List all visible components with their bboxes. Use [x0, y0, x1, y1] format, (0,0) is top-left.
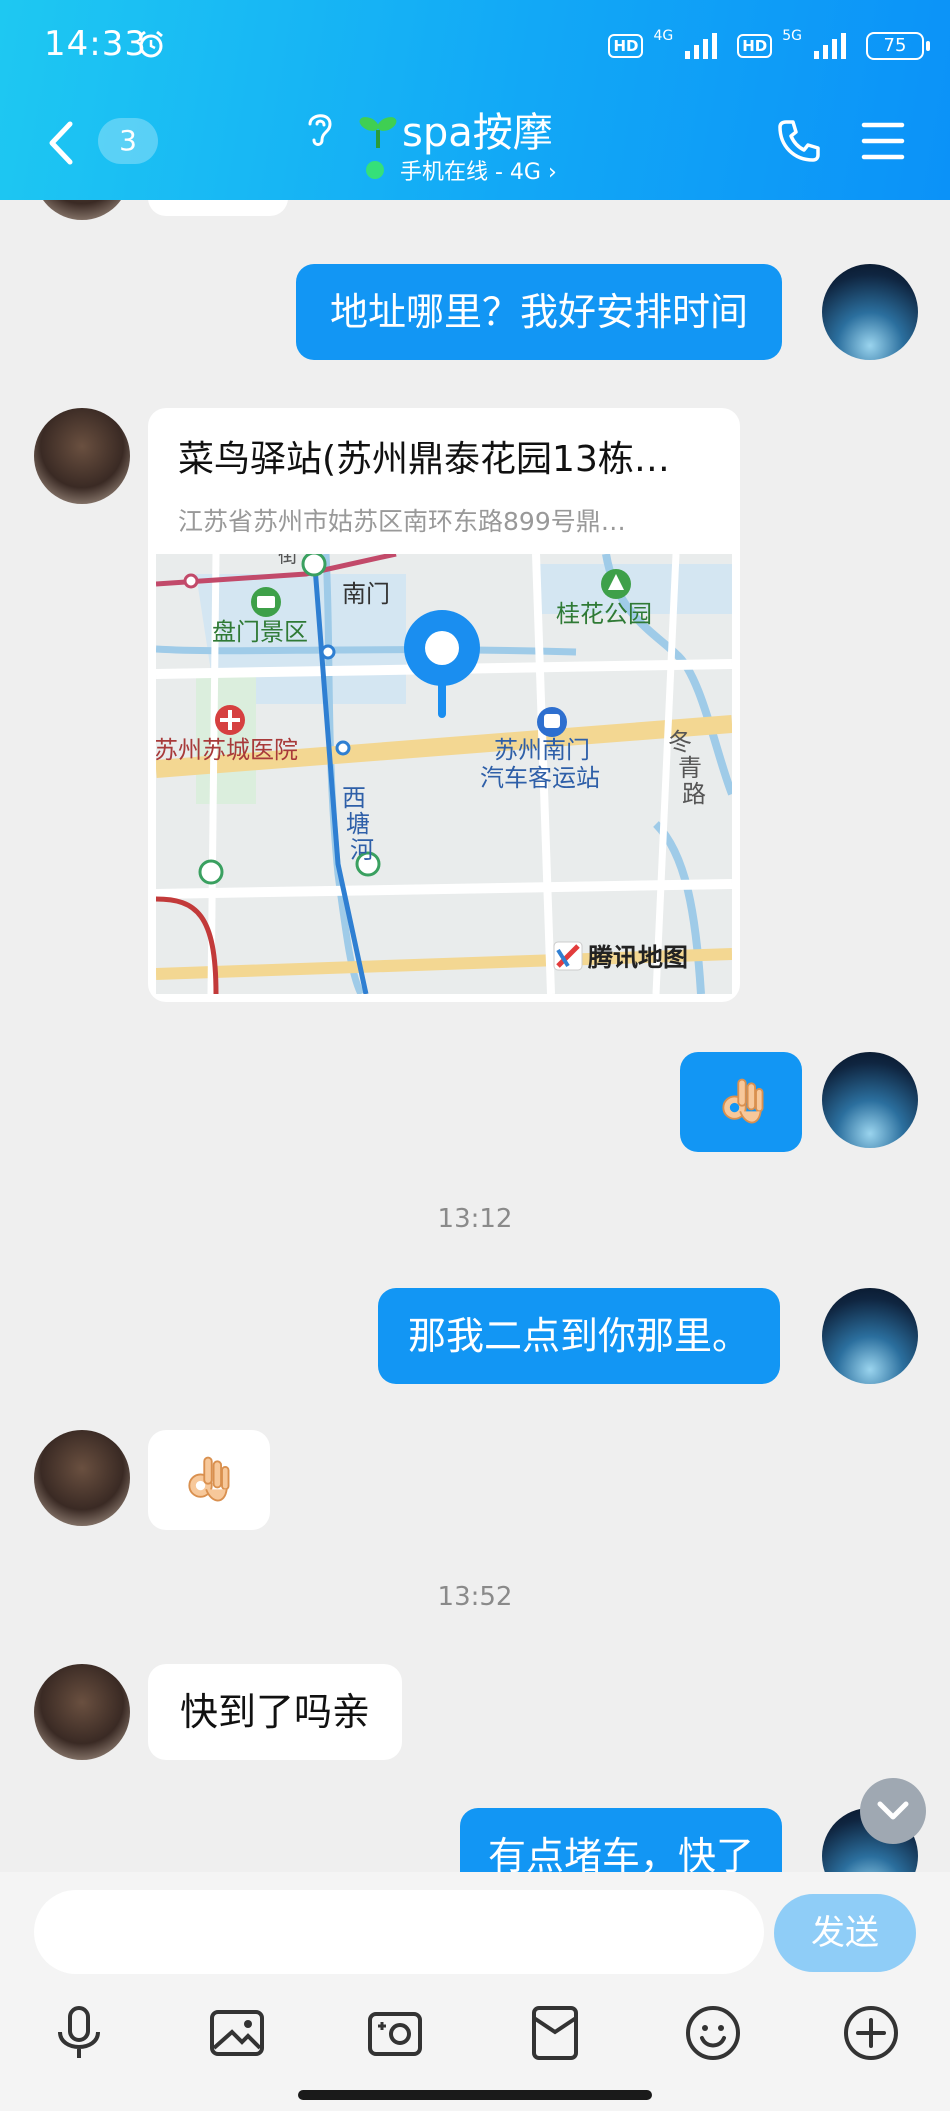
- unread-count-badge[interactable]: 3: [98, 118, 158, 164]
- timestamp: 13:52: [437, 1582, 513, 1612]
- map-label: 河: [350, 836, 374, 864]
- contact-avatar[interactable]: [34, 1430, 130, 1526]
- map-label: 塘: [346, 810, 370, 838]
- my-avatar[interactable]: [822, 1052, 918, 1148]
- contact-avatar[interactable]: [34, 1664, 130, 1760]
- map-label: 苏州苏城医院: [156, 736, 298, 764]
- network-label: 4G: [653, 28, 674, 44]
- map-label: 南门: [342, 580, 390, 608]
- signal-icon: [685, 33, 718, 59]
- chevron-down-icon: [877, 1801, 909, 1820]
- map-label: 冬: [668, 728, 692, 756]
- timestamp: 13:12: [437, 1204, 513, 1234]
- map-label: 西: [342, 784, 366, 812]
- map-label: 盘门景区: [212, 618, 308, 646]
- tencent-map-logo: 腾讯地图: [553, 941, 688, 972]
- map-label: 苏州南门: [494, 736, 590, 764]
- online-dot: [366, 161, 384, 179]
- phone-icon[interactable]: [776, 118, 822, 164]
- location-title: 菜鸟驿站(苏州鼎泰花园13栋…: [178, 439, 670, 480]
- signal-icon: [814, 33, 846, 59]
- map-label: 街: [278, 554, 298, 567]
- status-icons: HD 4G HD 5G 75: [608, 26, 930, 66]
- ok-hand-icon: [722, 1078, 764, 1124]
- my-avatar[interactable]: [822, 1288, 918, 1384]
- sprout-icon: [359, 117, 397, 148]
- input-toolbar: [0, 2004, 950, 2076]
- hd-badge: HD: [737, 34, 773, 58]
- camera-icon[interactable]: [366, 2004, 424, 2062]
- map-preview[interactable]: 南门 盘门景区 桂花公园 苏州苏城医院 苏州南门 汽车客运站 西 塘 河 冬 青…: [156, 554, 732, 994]
- contact-avatar[interactable]: [34, 200, 130, 220]
- image-icon[interactable]: [208, 2004, 266, 2062]
- voice-icon[interactable]: [50, 2004, 108, 2062]
- message-bubble-incoming[interactable]: 快到了吗亲: [148, 1664, 403, 1760]
- chat-header: 14:33 HD 4G HD 5G 75 3 spa按摩 手机在线 - 4G ›: [0, 0, 950, 200]
- online-status[interactable]: 手机在线 - 4G ›: [366, 154, 557, 186]
- red-packet-icon[interactable]: [526, 2004, 584, 2062]
- location-address: 江苏省苏州市姑苏区南环东路899号鼎…: [178, 507, 626, 536]
- back-icon[interactable]: [46, 118, 76, 168]
- ear-icon[interactable]: [302, 108, 336, 150]
- message-list[interactable]: 地址哪里？我好安排时间 菜鸟驿站(苏州鼎泰花园13栋… 江苏省苏州市姑苏区南环东…: [0, 200, 950, 1872]
- map-label: 桂花公园: [556, 600, 652, 628]
- map-label: 路: [682, 780, 706, 808]
- message-bubble-outgoing[interactable]: 那我二点到你那里。: [378, 1288, 781, 1384]
- gesture-bar-area: [0, 2076, 950, 2111]
- contact-avatar[interactable]: [34, 408, 130, 504]
- my-avatar[interactable]: [822, 264, 918, 360]
- map-brand-label: 腾讯地图: [588, 943, 688, 972]
- menu-icon[interactable]: [860, 120, 906, 162]
- emoji-bubble-outgoing[interactable]: [680, 1052, 802, 1152]
- alarm-icon: [139, 30, 163, 58]
- scroll-to-bottom-button[interactable]: [860, 1778, 926, 1844]
- online-status-text: 手机在线 - 4G ›: [400, 160, 557, 185]
- battery-indicator: 75: [866, 32, 930, 60]
- location-card[interactable]: 菜鸟驿站(苏州鼎泰花园13栋… 江苏省苏州市姑苏区南环东路899号鼎… 南门 盘…: [148, 408, 740, 1002]
- message-bubble-outgoing[interactable]: 地址哪里？我好安排时间: [296, 264, 783, 360]
- hd-badge: HD: [608, 34, 644, 58]
- map-label: 汽车客运站: [480, 764, 600, 792]
- ok-hand-icon: [188, 1456, 230, 1502]
- network-label: 5G: [782, 28, 802, 44]
- message-bubble-incoming[interactable]: [148, 200, 288, 216]
- input-bar: 发送: [0, 1872, 950, 2004]
- emoji-bubble-incoming[interactable]: [148, 1430, 270, 1530]
- plus-icon[interactable]: [842, 2004, 900, 2062]
- contact-name[interactable]: spa按摩: [402, 100, 553, 158]
- status-time: 14:33: [44, 24, 147, 64]
- send-button[interactable]: 发送: [774, 1894, 916, 1972]
- message-bubble-outgoing[interactable]: 有点堵车，快了: [460, 1808, 783, 1872]
- home-indicator[interactable]: [298, 2090, 652, 2100]
- emoji-icon[interactable]: [684, 2004, 742, 2062]
- message-input[interactable]: [34, 1890, 764, 1974]
- map-label: 青: [678, 754, 702, 782]
